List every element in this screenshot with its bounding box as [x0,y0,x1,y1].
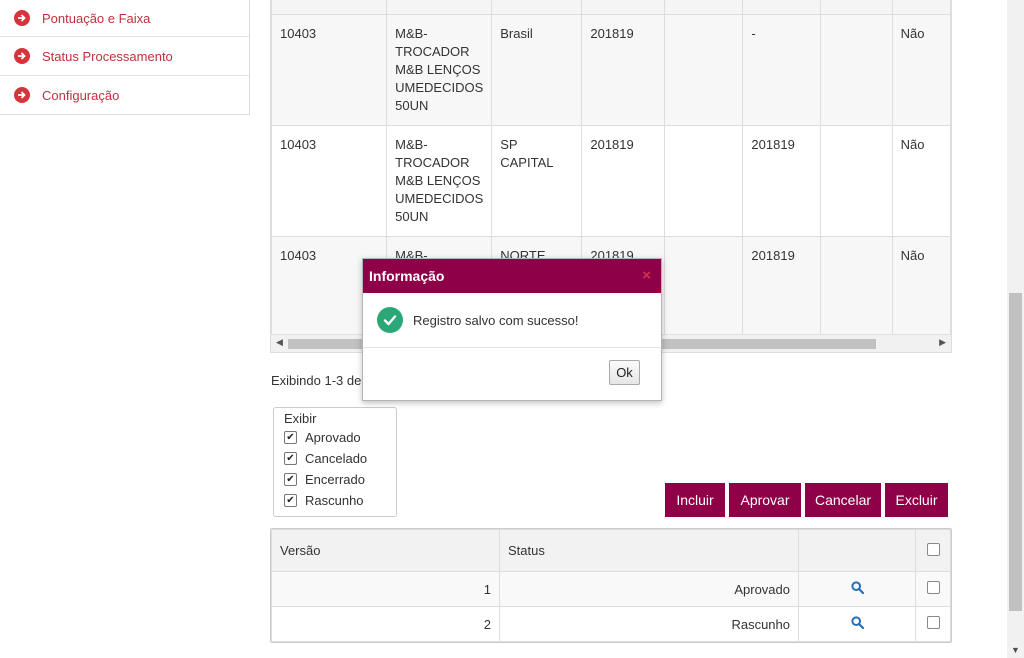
filter-option-cancelado[interactable]: Cancelado [284,448,386,469]
check-circle-icon [377,307,403,333]
approve-button[interactable]: Aprovar [729,483,801,517]
column-header-status[interactable]: Status [499,529,799,572]
cell-empty [664,236,744,344]
cell-cycle-end: 201819 [742,236,821,344]
table-row[interactable]: 2 Rascunho [271,606,951,642]
table-header-cell[interactable] [819,0,893,15]
table-row[interactable]: 10403 M&B- TROCADOR M&B LENÇOS UMEDECIDO… [271,14,951,126]
cell-select [915,571,951,607]
sidebar: Pontuação e Faixa Status Processamento C… [0,0,250,115]
vertical-scrollbar[interactable]: ▼ [1007,0,1024,658]
sidebar-item-configuracao[interactable]: Configuração [0,75,249,114]
cell-status: Rascunho [499,606,799,642]
sidebar-item-label: Status Processamento [42,48,173,64]
select-all-checkbox[interactable] [926,542,940,556]
cell-flag: Não [891,236,951,344]
arrow-circle-right-icon [14,87,30,103]
filter-legend: Exibir [284,411,317,426]
cell-empty [664,14,744,126]
filter-option-label: Cancelado [305,451,368,466]
dialog-body: Registro salvo com sucesso! [363,293,661,348]
search-icon[interactable] [850,616,864,632]
cell-blank [819,14,893,126]
filter-option-encerrado[interactable]: Encerrado [284,469,386,490]
search-icon[interactable] [850,581,864,597]
cell-action [798,606,916,642]
cell-cycle: 201819 [581,125,666,237]
scrollbar-thumb[interactable] [1009,293,1022,611]
sidebar-item-status-processamento[interactable]: Status Processamento [0,36,249,75]
pager-info: Exibindo 1-3 de [271,373,362,388]
sidebar-item-label: Pontuação e Faixa [42,10,151,26]
checkbox[interactable] [284,452,297,465]
dialog-header: Informação × [363,259,661,293]
status-filter: Exibir Aprovado Cancelado Encerrado Rasc… [273,407,397,517]
arrow-circle-right-icon [14,10,30,26]
table-row[interactable]: 1 Aprovado [271,571,951,607]
cell-flag: Não [891,125,951,237]
table-header-row [271,0,951,15]
filter-option-aprovado[interactable]: Aprovado [284,427,386,448]
cell-action [798,571,916,607]
row-checkbox[interactable] [926,616,940,629]
dialog-message: Registro salvo com sucesso! [413,312,579,328]
cell-status: Aprovado [499,571,799,607]
versions-table: Versão Status 1 Aprovado 2 Rascunho [270,528,952,643]
cell-blank [819,125,893,237]
cell-product: M&B- TROCADOR M&B LENÇOS UMEDECIDOS 50UN [386,125,493,237]
sidebar-item-pontuacao-faixa[interactable]: Pontuação e Faixa [0,0,249,36]
select-all-cell [915,529,951,572]
ok-button[interactable]: Ok [609,360,640,385]
table-header-cell[interactable] [891,0,951,15]
cell-flag: Não [891,14,951,126]
scroll-left-icon[interactable]: ◀ [276,337,283,348]
cell-select [915,606,951,642]
cell-cycle-end: 201819 [742,125,821,237]
checkbox[interactable] [284,494,297,507]
filter-option-rascunho[interactable]: Rascunho [284,490,386,511]
cell-region: SP CAPITAL [491,125,583,237]
table-header-row: Versão Status [271,529,951,572]
table-header-cell[interactable] [664,0,744,15]
column-header-actions [798,529,916,572]
checkbox[interactable] [284,431,297,444]
filter-option-label: Aprovado [305,430,361,445]
cell-code: 10403 [271,14,388,126]
cell-cycle-end: - [742,14,821,126]
close-icon[interactable]: × [642,268,651,284]
cancel-button[interactable]: Cancelar [805,483,881,517]
cell-version: 2 [271,606,500,642]
scroll-down-icon[interactable]: ▼ [1011,645,1020,655]
checkbox[interactable] [284,473,297,486]
cell-code: 10403 [271,125,388,237]
cell-region: Brasil [491,14,583,126]
dialog-title: Informação [369,268,445,284]
table-header-cell[interactable] [581,0,666,15]
table-header-cell[interactable] [271,0,388,15]
arrow-circle-right-icon [14,48,30,64]
cell-version: 1 [271,571,500,607]
table-header-cell[interactable] [742,0,821,15]
filter-option-label: Rascunho [305,493,364,508]
include-button[interactable]: Incluir [665,483,725,517]
cell-blank [819,236,893,344]
cell-empty [664,125,744,237]
delete-button[interactable]: Excluir [885,483,948,517]
row-checkbox[interactable] [926,581,940,594]
table-row[interactable]: 10403 M&B- TROCADOR M&B LENÇOS UMEDECIDO… [271,125,951,237]
table-header-cell[interactable] [491,0,583,15]
column-header-version[interactable]: Versão [271,529,500,572]
table-header-cell[interactable] [386,0,493,15]
cell-product: M&B- TROCADOR M&B LENÇOS UMEDECIDOS 50UN [386,14,493,126]
scroll-right-icon[interactable]: ▶ [939,337,946,348]
info-dialog: Informação × Registro salvo com sucesso!… [362,258,662,401]
filter-option-label: Encerrado [305,472,365,487]
cell-cycle: 201819 [581,14,666,126]
sidebar-item-label: Configuração [42,87,120,103]
